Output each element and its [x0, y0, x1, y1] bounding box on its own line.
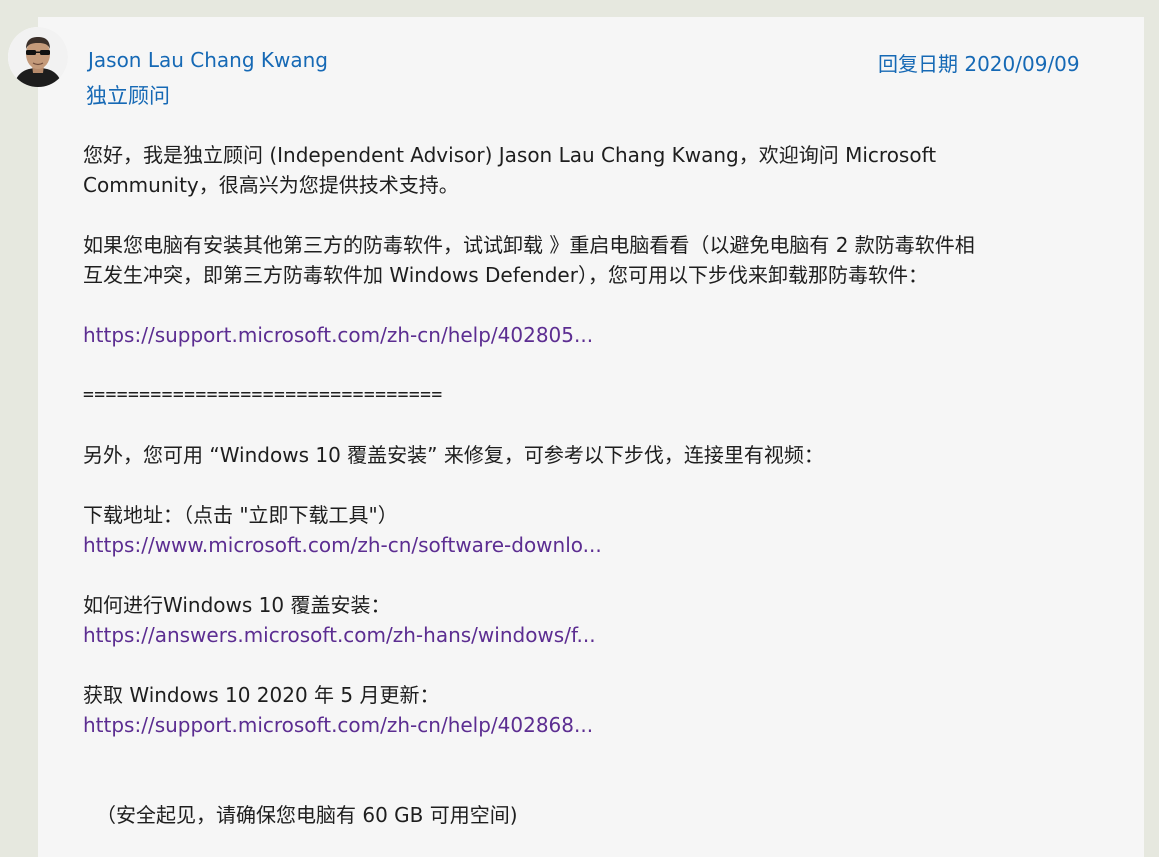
author-name[interactable]: Jason Lau Chang Kwang	[88, 48, 328, 72]
safety-note: （安全起见，请确保您电脑有 60 GB 可用空间)	[96, 803, 518, 827]
intro-line-1: 您好，我是独立顾问 (Independent Advisor) Jason La…	[83, 143, 937, 167]
intro-line-2: Community，很高兴为您提供技术支持。	[83, 173, 459, 197]
update-link[interactable]: https://support.microsoft.com/zh-cn/help…	[83, 713, 593, 737]
separator-line: ================================	[83, 384, 443, 405]
download-label: 下载地址：（点击 "立即下载工具"）	[83, 503, 398, 527]
antivirus-advice-line-2: 互发生冲突，即第三方防毒软件加 Windows Defender），您可用以下步…	[83, 263, 928, 287]
howto-label: 如何进行Windows 10 覆盖安装：	[83, 593, 391, 617]
howto-install-link[interactable]: https://answers.microsoft.com/zh-hans/wi…	[83, 623, 596, 647]
update-label: 获取 Windows 10 2020 年 5 月更新：	[83, 683, 440, 707]
antivirus-advice-line-1: 如果您电脑有安装其他第三方的防毒软件，试试卸载 》重启电脑看看（以避免电脑有 2…	[83, 233, 975, 257]
uninstall-antivirus-link[interactable]: https://support.microsoft.com/zh-cn/help…	[83, 323, 593, 347]
author-avatar[interactable]	[8, 27, 68, 87]
reply-date: 回复日期 2020/09/09	[878, 52, 1080, 76]
user-avatar-icon	[8, 27, 68, 87]
repair-instructions: 另外，您可用 “Windows 10 覆盖安装” 来修复，可参考以下步伐，连接里…	[83, 443, 824, 467]
post-body: 您好，我是独立顾问 (Independent Advisor) Jason La…	[83, 140, 1093, 830]
author-role-badge: 独立顾问	[86, 84, 170, 108]
download-tool-link[interactable]: https://www.microsoft.com/zh-cn/software…	[83, 533, 602, 557]
